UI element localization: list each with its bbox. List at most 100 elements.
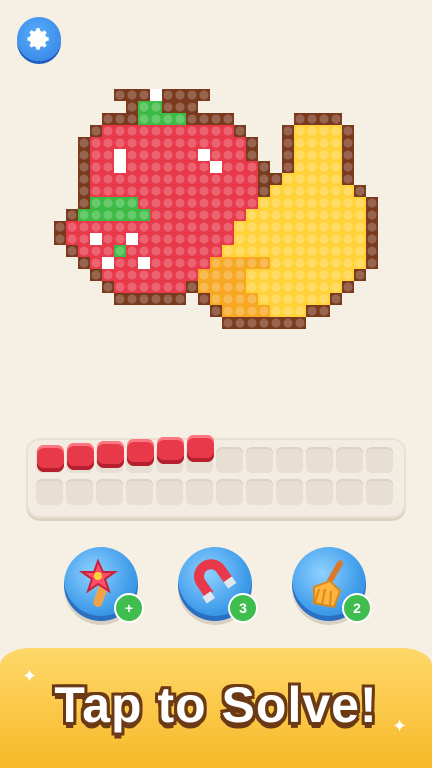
color-pixel xyxy=(234,305,246,317)
tap-to-solve-text[interactable]: Tap to Solve! xyxy=(0,676,432,734)
color-pixel xyxy=(246,257,258,269)
color-pixel xyxy=(282,281,294,293)
color-pixel xyxy=(270,281,282,293)
color-pixel xyxy=(150,137,162,149)
color-pixel xyxy=(330,257,342,269)
color-pixel xyxy=(318,245,330,257)
color-pixel xyxy=(210,137,222,149)
outline-pixel xyxy=(246,137,258,149)
color-pixel xyxy=(162,125,174,137)
color-pixel xyxy=(210,173,222,185)
color-pixel xyxy=(318,197,330,209)
color-pixel xyxy=(222,161,234,173)
color-pixel xyxy=(294,173,306,185)
color-pixel xyxy=(114,233,126,245)
tray-tile[interactable] xyxy=(37,445,64,472)
outline-pixel xyxy=(330,113,342,125)
color-pixel xyxy=(330,161,342,173)
outline-pixel xyxy=(174,293,186,305)
outline-pixel xyxy=(210,113,222,125)
color-pixel xyxy=(234,197,246,209)
color-pixel xyxy=(114,221,126,233)
color-pixel xyxy=(114,197,126,209)
color-pixel xyxy=(246,281,258,293)
color-pixel xyxy=(210,233,222,245)
color-pixel xyxy=(114,269,126,281)
color-pixel xyxy=(306,245,318,257)
tray-slot xyxy=(306,479,333,505)
color-pixel xyxy=(162,269,174,281)
outline-pixel xyxy=(150,293,162,305)
color-pixel xyxy=(138,185,150,197)
outline-pixel xyxy=(78,185,90,197)
tray-tile[interactable] xyxy=(97,441,124,468)
outline-pixel xyxy=(114,89,126,101)
color-pixel xyxy=(306,197,318,209)
color-pixel xyxy=(258,221,270,233)
color-pixel xyxy=(258,293,270,305)
color-pixel xyxy=(282,269,294,281)
tray-tile[interactable] xyxy=(157,437,184,464)
color-pixel xyxy=(342,197,354,209)
outline-pixel xyxy=(162,89,174,101)
outline-pixel xyxy=(330,293,342,305)
tray-tile[interactable] xyxy=(67,443,94,470)
color-pixel xyxy=(210,269,222,281)
color-pixel xyxy=(306,233,318,245)
color-pixel xyxy=(162,209,174,221)
color-pixel xyxy=(138,233,150,245)
outline-pixel xyxy=(306,113,318,125)
booster-wand-button[interactable]: + xyxy=(64,547,144,623)
color-pixel xyxy=(294,221,306,233)
tray-tile[interactable] xyxy=(187,435,214,462)
outline-pixel xyxy=(342,125,354,137)
color-pixel xyxy=(126,281,138,293)
color-pixel xyxy=(282,293,294,305)
color-pixel xyxy=(186,173,198,185)
color-pixel xyxy=(234,281,246,293)
color-pixel xyxy=(246,221,258,233)
color-pixel xyxy=(330,209,342,221)
tray-tile[interactable] xyxy=(127,439,154,466)
color-pixel xyxy=(150,197,162,209)
outline-pixel xyxy=(66,209,78,221)
outline-pixel xyxy=(366,233,378,245)
color-pixel xyxy=(90,185,102,197)
color-pixel xyxy=(330,137,342,149)
color-pixel xyxy=(138,221,150,233)
color-pixel xyxy=(318,173,330,185)
color-pixel xyxy=(174,233,186,245)
outline-pixel xyxy=(306,305,318,317)
color-pixel xyxy=(330,221,342,233)
color-pixel xyxy=(126,197,138,209)
booster-broom-button[interactable]: 2 xyxy=(292,547,372,623)
color-pixel xyxy=(162,149,174,161)
color-pixel xyxy=(102,209,114,221)
color-pixel xyxy=(222,281,234,293)
color-pixel xyxy=(354,257,366,269)
color-pixel xyxy=(198,149,210,161)
color-pixel xyxy=(186,161,198,173)
color-pixel xyxy=(210,125,222,137)
color-pixel xyxy=(162,257,174,269)
outline-pixel xyxy=(102,281,114,293)
tray-slot xyxy=(276,447,303,473)
tray-slot xyxy=(246,447,273,473)
color-pixel xyxy=(174,125,186,137)
color-pixel xyxy=(222,233,234,245)
pixel-puzzle-board[interactable] xyxy=(0,0,432,400)
outline-pixel xyxy=(186,281,198,293)
color-pixel xyxy=(246,245,258,257)
color-pixel xyxy=(162,245,174,257)
color-pixel xyxy=(210,185,222,197)
color-pixel xyxy=(294,245,306,257)
color-pixel xyxy=(306,161,318,173)
color-pixel xyxy=(66,221,78,233)
color-pixel xyxy=(294,209,306,221)
color-pixel xyxy=(150,173,162,185)
color-pixel xyxy=(198,137,210,149)
color-pixel xyxy=(150,233,162,245)
color-pixel xyxy=(150,209,162,221)
booster-magnet-button[interactable]: 3 xyxy=(178,547,258,623)
color-pixel xyxy=(222,209,234,221)
